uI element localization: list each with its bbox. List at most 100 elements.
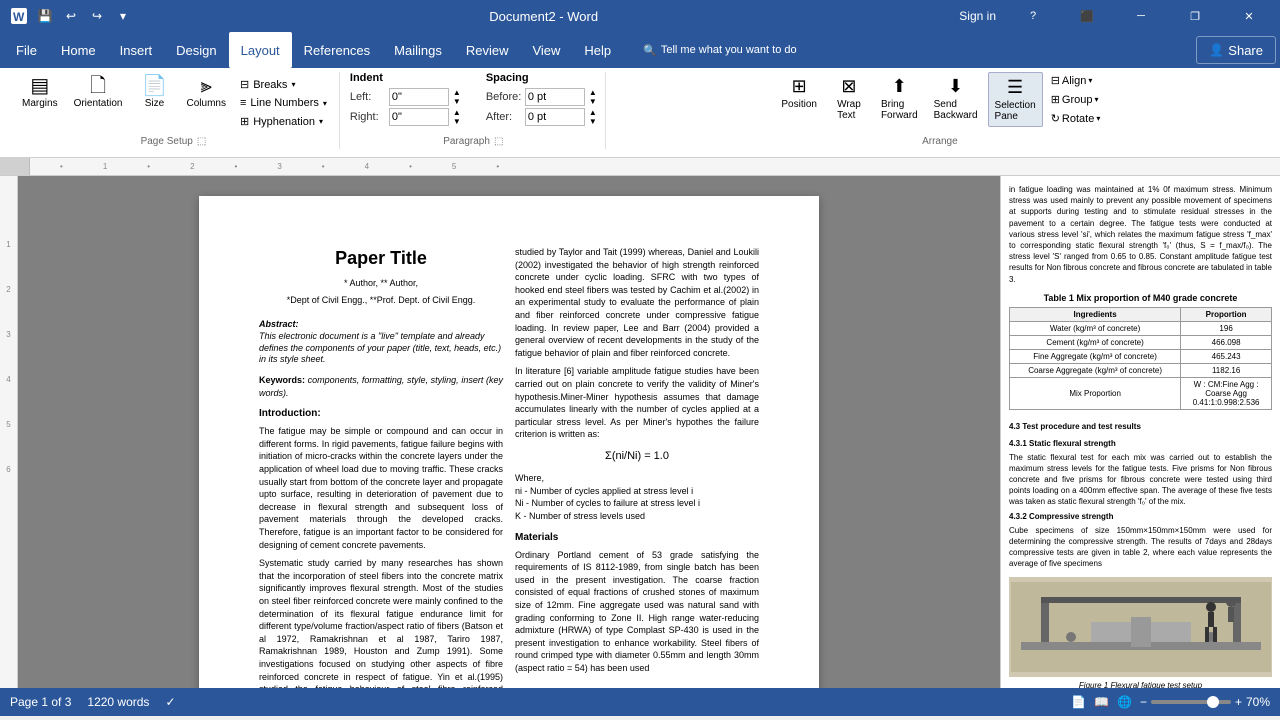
- abstract-label: Abstract:: [259, 318, 503, 331]
- minimize-button[interactable]: ─: [1118, 0, 1164, 32]
- selection-pane-icon: ☰: [1007, 77, 1023, 98]
- after-spacing-down[interactable]: ▼: [589, 117, 597, 126]
- selection-pane-button[interactable]: ☰ SelectionPane: [988, 72, 1043, 127]
- group-label: Group: [1062, 94, 1093, 106]
- right-col-text: studied by Taylor and Tait (1999) wherea…: [515, 246, 759, 359]
- menu-view[interactable]: View: [520, 32, 572, 68]
- before-spacing-down[interactable]: ▼: [589, 97, 597, 106]
- size-label: Size: [145, 98, 164, 109]
- indent-title: Indent: [350, 72, 461, 86]
- menu-insert[interactable]: Insert: [108, 32, 165, 68]
- hyphenation-button[interactable]: ⊞ Hyphenation ▾: [236, 113, 331, 130]
- right-indent-down[interactable]: ▼: [453, 117, 461, 126]
- close-button[interactable]: ✕: [1226, 0, 1272, 32]
- page-setup-expand-icon[interactable]: ⬚: [197, 136, 206, 147]
- right-indent-input[interactable]: [389, 108, 449, 126]
- columns-button[interactable]: ⫸ Columns: [181, 72, 232, 113]
- zoom-out-button[interactable]: −: [1140, 695, 1147, 709]
- menu-review[interactable]: Review: [454, 32, 521, 68]
- menu-search[interactable]: 🔍 Tell me what you want to do: [631, 32, 808, 68]
- spell-check-icon: ✓: [165, 695, 175, 709]
- size-icon: 📄: [142, 76, 167, 96]
- right-indent-up[interactable]: ▲: [453, 108, 461, 117]
- quick-access-toolbar: W 💾 ↩ ↪ ▾: [8, 5, 134, 27]
- left-indent-input[interactable]: [389, 88, 449, 106]
- menu-layout[interactable]: Layout: [229, 32, 292, 68]
- left-indent-down[interactable]: ▼: [453, 97, 461, 106]
- svg-text:W: W: [13, 10, 25, 24]
- menu-home[interactable]: Home: [49, 32, 108, 68]
- spacing-title: Spacing: [486, 72, 597, 86]
- read-mode-button[interactable]: 📖: [1094, 695, 1109, 709]
- rotate-label: Rotate: [1062, 113, 1094, 125]
- after-spacing-up[interactable]: ▲: [589, 108, 597, 117]
- hyphenation-icon: ⊞: [240, 115, 249, 128]
- rotate-icon: ↻: [1051, 112, 1060, 125]
- print-layout-button[interactable]: 📄: [1071, 695, 1086, 709]
- document-page: Paper Title * Author, ** Author, *Dept o…: [199, 196, 819, 688]
- menu-references[interactable]: References: [292, 32, 382, 68]
- ribbon-toggle-button[interactable]: ⬛: [1064, 0, 1110, 32]
- document-area[interactable]: Paper Title * Author, ** Author, *Dept o…: [18, 176, 1000, 688]
- section43-title: 4.3 Test procedure and test results: [1009, 422, 1272, 431]
- line-numbers-button[interactable]: ≡ Line Numbers ▾: [236, 95, 331, 111]
- size-button[interactable]: 📄 Size: [133, 72, 177, 113]
- menu-design[interactable]: Design: [164, 32, 228, 68]
- menu-help[interactable]: Help: [572, 32, 623, 68]
- customize-button[interactable]: ▾: [112, 5, 134, 27]
- margins-icon: ▤: [30, 76, 49, 96]
- word-count: 1220 words: [87, 695, 149, 709]
- group-icon: ⊞: [1051, 93, 1060, 106]
- columns-label: Columns: [187, 98, 226, 109]
- group-button[interactable]: ⊞ Group ▾: [1047, 91, 1105, 108]
- section431-text: The static flexural test for each mix wa…: [1009, 452, 1272, 508]
- zoom-in-button[interactable]: +: [1235, 695, 1242, 709]
- save-button[interactable]: 💾: [34, 5, 56, 27]
- line-numbers-dropdown-arrow: ▾: [323, 99, 327, 108]
- position-button[interactable]: ⊞ Position: [775, 72, 823, 114]
- group-dropdown-arrow: ▾: [1094, 95, 1098, 104]
- menu-mailings[interactable]: Mailings: [382, 32, 454, 68]
- menu-file[interactable]: File: [4, 32, 49, 68]
- margins-button[interactable]: ▤ Margins: [16, 72, 64, 113]
- zoom-thumb[interactable]: [1207, 696, 1219, 708]
- align-button[interactable]: ⊟ Align ▾: [1047, 72, 1105, 89]
- arrange-label: Arrange: [922, 136, 958, 147]
- orientation-button[interactable]: 🗋 Orientation: [68, 72, 129, 113]
- paragraph-expand-icon[interactable]: ⬚: [494, 136, 503, 147]
- share-button[interactable]: 👤 Share: [1196, 36, 1276, 64]
- table1-title: Table 1 Mix proportion of M40 grade conc…: [1009, 293, 1272, 303]
- align-label: Align: [1062, 75, 1086, 87]
- page-authors: * Author, ** Author,: [259, 277, 503, 290]
- redo-button[interactable]: ↪: [86, 5, 108, 27]
- main-area: 123456 Paper Title * Author, ** Author, …: [0, 176, 1280, 688]
- bring-forward-button[interactable]: ⬆ BringForward: [875, 72, 924, 125]
- restore-button[interactable]: ❐: [1172, 0, 1218, 32]
- send-backward-button[interactable]: ⬇ SendBackward: [928, 72, 984, 125]
- align-dropdown-arrow: ▾: [1088, 76, 1092, 85]
- help-button[interactable]: ?: [1010, 0, 1056, 32]
- breaks-button[interactable]: ⊟ Breaks ▾: [236, 76, 331, 93]
- ribbon-group-paragraph: Indent Left: ▲ ▼ Right: ▲: [342, 72, 606, 149]
- hyphenation-label: Hyphenation: [253, 116, 315, 128]
- rotate-button[interactable]: ↻ Rotate ▾: [1047, 110, 1105, 127]
- in-literature-text: In literature [6] variable amplitude fat…: [515, 365, 759, 441]
- formula: Σ(ni/Ni) = 1.0: [515, 449, 759, 464]
- materials-title: Materials: [515, 531, 759, 545]
- status-bar: Page 1 of 3 1220 words ✓ 📄 📖 🌐 − + 70%: [0, 688, 1280, 716]
- left-indent-up[interactable]: ▲: [453, 88, 461, 97]
- zoom-level: 70%: [1246, 695, 1270, 709]
- section432-text: Cube specimens of size 150mm×150mm×150mm…: [1009, 525, 1272, 570]
- web-layout-button[interactable]: 🌐: [1117, 695, 1132, 709]
- line-numbers-icon: ≡: [240, 97, 246, 109]
- zoom-slider[interactable]: [1151, 700, 1231, 704]
- before-spacing-up[interactable]: ▲: [589, 88, 597, 97]
- undo-button[interactable]: ↩: [60, 5, 82, 27]
- after-spacing-input[interactable]: [525, 108, 585, 126]
- before-spacing-input[interactable]: [525, 88, 585, 106]
- send-backward-icon: ⬇: [948, 76, 963, 97]
- sign-in-button[interactable]: Sign in: [953, 7, 1002, 25]
- wrap-text-button[interactable]: ⊠ WrapText: [827, 72, 871, 125]
- abstract-text: This electronic document is a "live" tem…: [259, 331, 503, 366]
- materials-text: Ordinary Portland cement of 53 grade sat…: [515, 549, 759, 675]
